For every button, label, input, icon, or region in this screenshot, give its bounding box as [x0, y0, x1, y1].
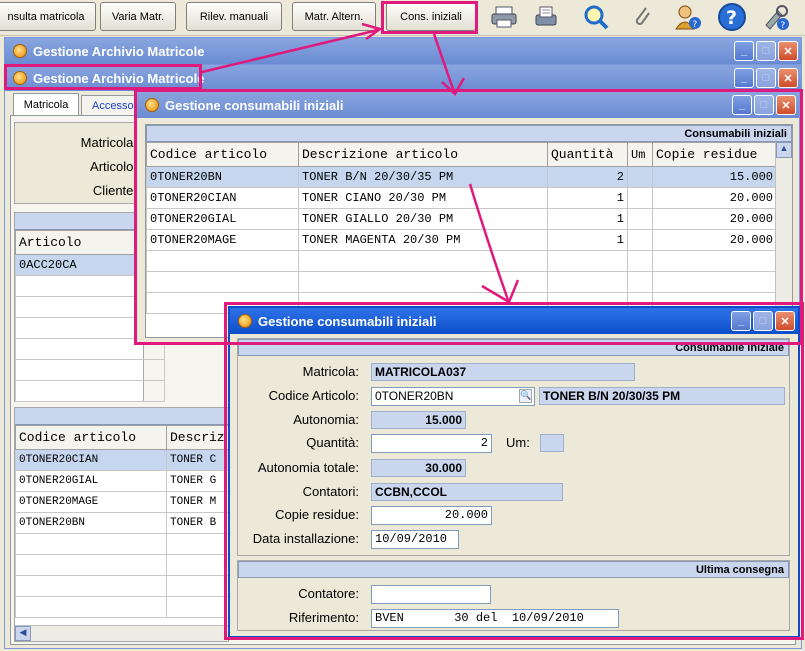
consulta-matricola-button[interactable]: nsulta matricola	[0, 2, 96, 31]
tab-accesso[interactable]: Accesso	[81, 95, 141, 115]
window-title: Gestione Archivio Matricole	[33, 43, 205, 59]
tab-matricola[interactable]: Matricola	[13, 93, 79, 115]
print-preview-icon[interactable]	[530, 2, 562, 32]
varia-matricola-button[interactable]: Varia Matr.	[100, 2, 176, 31]
minimize-icon[interactable]: _	[731, 311, 751, 331]
codice-articolo-input[interactable]: 0TONER20BN 🔍	[371, 387, 535, 406]
app-icon	[238, 314, 252, 328]
contatori-field: CCBN,CCOL	[371, 483, 563, 501]
descrizione-column-header[interactable]: Descriz	[166, 425, 228, 450]
app-icon	[145, 98, 159, 112]
matricola-form: Matricola: Articolo: Cliente:	[14, 122, 144, 204]
consumabile-section: Consumabile iniziale Matricola: MATRICOL…	[237, 338, 790, 556]
riferimento-label: Riferimento:	[288, 610, 359, 625]
quantita-label: Quantità:	[306, 435, 359, 450]
table-row[interactable]: 0TONER20MAGE TONER M	[15, 491, 228, 513]
um-column-header[interactable]: Um	[627, 142, 653, 167]
autonomia-totale-label: Autonomia totale:	[257, 460, 359, 475]
copie-residue-column-header[interactable]: Copie residue	[652, 142, 777, 167]
detail-window-titlebar: Gestione consumabili iniziali _ □ ✕	[230, 308, 798, 334]
data-installazione-input[interactable]: 10/09/2010	[371, 530, 459, 549]
app-icon	[13, 44, 27, 58]
copie-residue-input[interactable]: 20.000	[371, 506, 492, 525]
codice-articolo-column-header[interactable]: Codice articolo	[15, 425, 167, 450]
autonomia-label: Autonomia:	[293, 412, 359, 427]
table-row[interactable]: 0TONER20MAGE TONER MAGENTA 20/30 PM 1 20.00…	[146, 229, 777, 251]
data-installazione-label: Data installazione:	[252, 531, 359, 546]
panel-title: Consumabili iniziali	[146, 125, 792, 142]
minimize-icon[interactable]: _	[734, 41, 754, 61]
archive-window-titlebar: Gestione Archivio Matricole _ □ ✕	[5, 65, 801, 91]
copie-residue-label: Copie residue:	[275, 507, 359, 522]
close-icon[interactable]: ✕	[775, 311, 795, 331]
contatore-label: Contatore:	[298, 586, 359, 601]
quantita-column-header[interactable]: Quantità	[547, 142, 628, 167]
top-toolbar: nsulta matricola Varia Matr. Rilev. manu…	[0, 0, 805, 36]
descrizione-articolo-field: TONER B/N 20/30/35 PM	[539, 387, 785, 405]
maximize-icon[interactable]: □	[756, 68, 776, 88]
close-icon[interactable]: ✕	[778, 68, 798, 88]
table-row[interactable]: 0TONER20GIAL TONER GIALLO 20/30 PM 1 20.000	[146, 208, 777, 230]
svg-text:?: ?	[693, 20, 698, 30]
table-row[interactable]: 0TONER20CIAN TONER C	[15, 449, 228, 471]
window-title: Gestione Archivio Matricole	[33, 70, 205, 86]
um-field	[540, 434, 564, 452]
codice-articolo-label: Codice Articolo:	[268, 388, 359, 403]
consumabile-detail-window: Gestione consumabili iniziali _ □ ✕ Consum…	[228, 306, 800, 638]
autonomia-field: 15.000	[371, 411, 466, 429]
um-label: Um:	[506, 435, 530, 450]
maximize-icon[interactable]: □	[754, 95, 774, 115]
svg-text:?: ?	[781, 21, 786, 31]
panel-title: Ultima consegna	[238, 561, 789, 578]
cliente-label: Cliente:	[92, 183, 137, 198]
minimize-icon[interactable]: _	[732, 95, 752, 115]
table-row[interactable]: 0TONER20GIAL TONER G	[15, 470, 228, 492]
consumabili-grid: Codice articolo Descriz 0TONER20CIAN TONER…	[14, 407, 229, 642]
descrizione-articolo-column-header[interactable]: Descrizione articolo	[298, 142, 548, 167]
user-help-icon[interactable]: ?	[672, 2, 704, 32]
tools-icon[interactable]: ?	[760, 2, 792, 32]
consumabili-iniziali-button[interactable]: Cons. iniziali	[386, 2, 476, 31]
ultima-consegna-section: Ultima consegna Contatore: Riferimento: …	[237, 560, 790, 631]
matricola-field: MATRICOLA037	[371, 363, 635, 381]
table-row[interactable]: 0TONER20BN TONER B	[15, 512, 228, 534]
close-icon[interactable]: ✕	[776, 95, 796, 115]
search-icon[interactable]	[580, 2, 612, 32]
horizontal-scrollbar[interactable]: ◀	[15, 625, 228, 641]
scroll-up-icon[interactable]: ▲	[776, 142, 792, 158]
contatori-label: Contatori:	[302, 484, 359, 499]
matricola-label: Matricola:	[80, 135, 137, 150]
list-window-titlebar: Gestione consumabili iniziali _ □ ✕	[137, 92, 799, 118]
rilevazioni-manuali-button[interactable]: Rilev. manuali	[186, 2, 282, 31]
archive-window-back-titlebar: Gestione Archivio Matricole _ □ ✕	[5, 38, 801, 64]
contatore-input[interactable]	[371, 585, 491, 604]
table-row[interactable]: 0TONER20BN TONER B/N 20/30/35 PM 2 15.000	[146, 166, 777, 188]
articolo-label: Articolo:	[90, 159, 137, 174]
autonomia-totale-field: 30.000	[371, 459, 466, 477]
codice-articolo-column-header[interactable]: Codice articolo	[146, 142, 299, 167]
matricole-alternative-button[interactable]: Matr. Altern.	[292, 2, 376, 31]
minimize-icon[interactable]: _	[734, 68, 754, 88]
svg-text:?: ?	[726, 7, 737, 29]
window-title: Gestione consumabili iniziali	[165, 97, 344, 113]
scroll-left-icon[interactable]: ◀	[15, 626, 31, 641]
matricola-label: Matricola:	[302, 364, 359, 379]
close-icon[interactable]: ✕	[778, 41, 798, 61]
app-icon	[13, 71, 27, 85]
maximize-icon[interactable]: □	[753, 311, 773, 331]
quantita-input[interactable]: 2	[371, 434, 492, 453]
help-icon[interactable]: ?	[716, 2, 748, 32]
printer-icon[interactable]	[488, 2, 520, 32]
table-row[interactable]: 0TONER20CIAN TONER CIANO 20/30 PM 1 20.000	[146, 187, 777, 209]
riferimento-field: BVEN 30 del 10/09/2010	[371, 609, 619, 628]
attachment-icon[interactable]	[626, 2, 658, 32]
window-title: Gestione consumabili iniziali	[258, 313, 437, 329]
maximize-icon[interactable]: □	[756, 41, 776, 61]
panel-title: Consumabile iniziale	[238, 339, 789, 356]
lookup-icon[interactable]: 🔍	[519, 389, 532, 403]
articolo-grid: Articolo 0ACC20CA	[14, 212, 165, 402]
